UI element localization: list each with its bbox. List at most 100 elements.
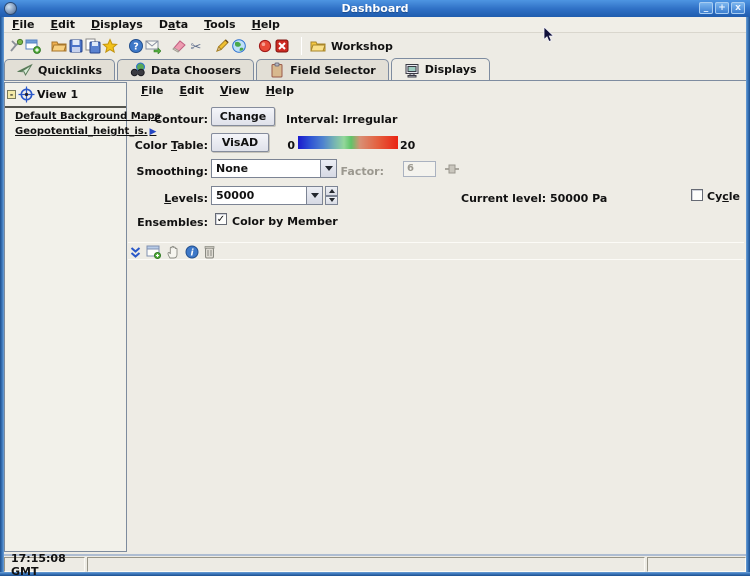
collapse-chevrons-icon[interactable] <box>130 246 141 259</box>
tab-label: Displays <box>425 63 477 76</box>
binoculars-globe-icon <box>130 62 146 78</box>
divider-line <box>128 259 744 260</box>
open-folder-icon[interactable] <box>51 38 67 54</box>
cycle-label: Cycle <box>707 190 740 203</box>
memory-indicator <box>647 557 746 572</box>
tree-collapse-toggle[interactable]: - <box>7 90 16 99</box>
trash-icon[interactable] <box>204 245 215 259</box>
dashboard-window: Dashboard _ + x File Edit Displays Data … <box>0 0 750 576</box>
display-menu-help[interactable]: Help <box>258 84 302 97</box>
levels-label: Levels: <box>128 192 208 205</box>
svg-text:?: ? <box>133 42 139 53</box>
colorbar-min-label: 0 <box>278 139 295 152</box>
main-menubar: File Edit Displays Data Tools Help <box>4 17 746 33</box>
color-table-preview[interactable] <box>298 136 398 149</box>
move-hand-icon[interactable] <box>166 245 180 259</box>
spinner-down-icon[interactable] <box>325 196 338 206</box>
titlebar[interactable]: Dashboard <box>0 0 750 17</box>
menu-data[interactable]: Data <box>151 18 196 31</box>
new-window-icon[interactable] <box>25 38 41 54</box>
info-icon[interactable]: i <box>185 245 199 259</box>
tab-label: Data Choosers <box>151 64 241 77</box>
sidebar-item-geopotential-height[interactable]: Geopotential_height_is.▶ <box>5 123 126 138</box>
sidebar-item-default-background-maps[interactable]: Default Background Maps <box>5 108 126 123</box>
statusbar-divider <box>4 554 746 556</box>
help-icon[interactable]: ? <box>128 38 144 54</box>
favorite-star-icon[interactable] <box>102 38 118 54</box>
sidebar-tree: - View 1 Default Background Maps Geopote… <box>4 82 127 552</box>
view-target-icon <box>18 86 35 103</box>
tab-label: Quicklinks <box>38 64 102 77</box>
tab-bar: Quicklinks Data Choosers Field Selector … <box>4 58 746 80</box>
workshop-button[interactable]: Workshop <box>310 38 393 54</box>
spinner-up-icon[interactable] <box>325 186 338 196</box>
factor-slider-icon <box>444 163 460 175</box>
status-bar: 17:15:08 GMT <box>4 557 746 572</box>
tab-displays[interactable]: Displays <box>391 58 490 80</box>
display-control-panel: File Edit View Help Contour: Change Inte… <box>128 82 746 553</box>
status-message-area <box>87 557 645 572</box>
monitor-icon <box>404 62 420 78</box>
color-by-member-label: Color by Member <box>232 215 338 228</box>
clock-display: 17:15:08 GMT <box>4 557 85 572</box>
slingshot-icon[interactable] <box>8 38 24 54</box>
maximize-button[interactable]: + <box>715 2 729 14</box>
color-by-member-checkbox[interactable]: ✓ <box>215 213 227 225</box>
tab-field-selector[interactable]: Field Selector <box>256 59 389 80</box>
tab-data-choosers[interactable]: Data Choosers <box>117 59 254 80</box>
clipboard-icon <box>269 62 285 78</box>
globe-icon[interactable] <box>231 38 247 54</box>
content-area: - View 1 Default Background Maps Geopote… <box>4 80 746 553</box>
menu-displays[interactable]: Displays <box>83 18 151 31</box>
menu-edit[interactable]: Edit <box>43 18 83 31</box>
color-table-label: Color Table: <box>128 139 208 152</box>
minimize-button[interactable]: _ <box>699 2 713 14</box>
menu-file[interactable]: File <box>4 18 43 31</box>
current-level-text: Current level: 50000 Pa <box>461 192 607 205</box>
close-x-icon[interactable] <box>274 38 290 54</box>
cycle-checkbox[interactable] <box>691 189 703 201</box>
save-icon[interactable] <box>68 38 84 54</box>
view-node[interactable]: - View 1 <box>5 83 126 108</box>
contour-change-button[interactable]: Change <box>211 107 275 126</box>
factor-field[interactable]: 6 <box>403 161 436 177</box>
divider-line <box>128 242 744 243</box>
display-mini-toolbar: i <box>130 245 215 259</box>
toolbar-separator <box>301 37 302 55</box>
window-border-bottom <box>0 572 750 576</box>
window-title: Dashboard <box>0 2 750 15</box>
smoothing-label: Smoothing: <box>128 165 208 178</box>
paper-plane-icon <box>17 62 33 78</box>
factor-label: Factor: <box>314 165 384 178</box>
copy-icon[interactable] <box>85 38 101 54</box>
levels-combobox[interactable]: 50000 <box>211 186 323 205</box>
combo-arrow-icon[interactable] <box>306 187 322 204</box>
detach-window-icon[interactable] <box>146 245 161 259</box>
menu-help[interactable]: Help <box>244 18 288 31</box>
levels-spinner[interactable] <box>325 186 338 205</box>
eraser-icon[interactable] <box>171 38 187 54</box>
display-menu-edit[interactable]: Edit <box>172 84 212 97</box>
display-menubar: File Edit View Help <box>128 82 746 99</box>
contour-interval-text: Interval: Irregular <box>286 113 397 126</box>
svg-text:✂: ✂ <box>191 40 202 54</box>
pencil-icon[interactable] <box>214 38 230 54</box>
colorbar-max-label: 20 <box>400 139 415 152</box>
ensembles-label: Ensembles: <box>128 216 208 229</box>
record-dot-icon[interactable] <box>257 38 273 54</box>
display-menu-file[interactable]: File <box>133 84 172 97</box>
display-menu-view[interactable]: View <box>212 84 258 97</box>
tab-quicklinks[interactable]: Quicklinks <box>4 59 115 80</box>
main-toolbar: ? ✂ Workshop <box>4 34 746 58</box>
scissors-icon[interactable]: ✂ <box>188 38 204 54</box>
contour-label: Contour: <box>128 113 208 126</box>
send-mail-icon[interactable] <box>145 38 161 54</box>
color-table-button[interactable]: VisAD <box>211 133 269 152</box>
window-border-right <box>746 17 750 576</box>
workshop-label: Workshop <box>331 40 393 53</box>
close-button[interactable]: x <box>731 2 745 14</box>
menu-tools[interactable]: Tools <box>196 18 243 31</box>
tab-label: Field Selector <box>290 64 376 77</box>
view-label: View 1 <box>37 88 78 101</box>
workshop-folder-icon <box>310 38 326 54</box>
